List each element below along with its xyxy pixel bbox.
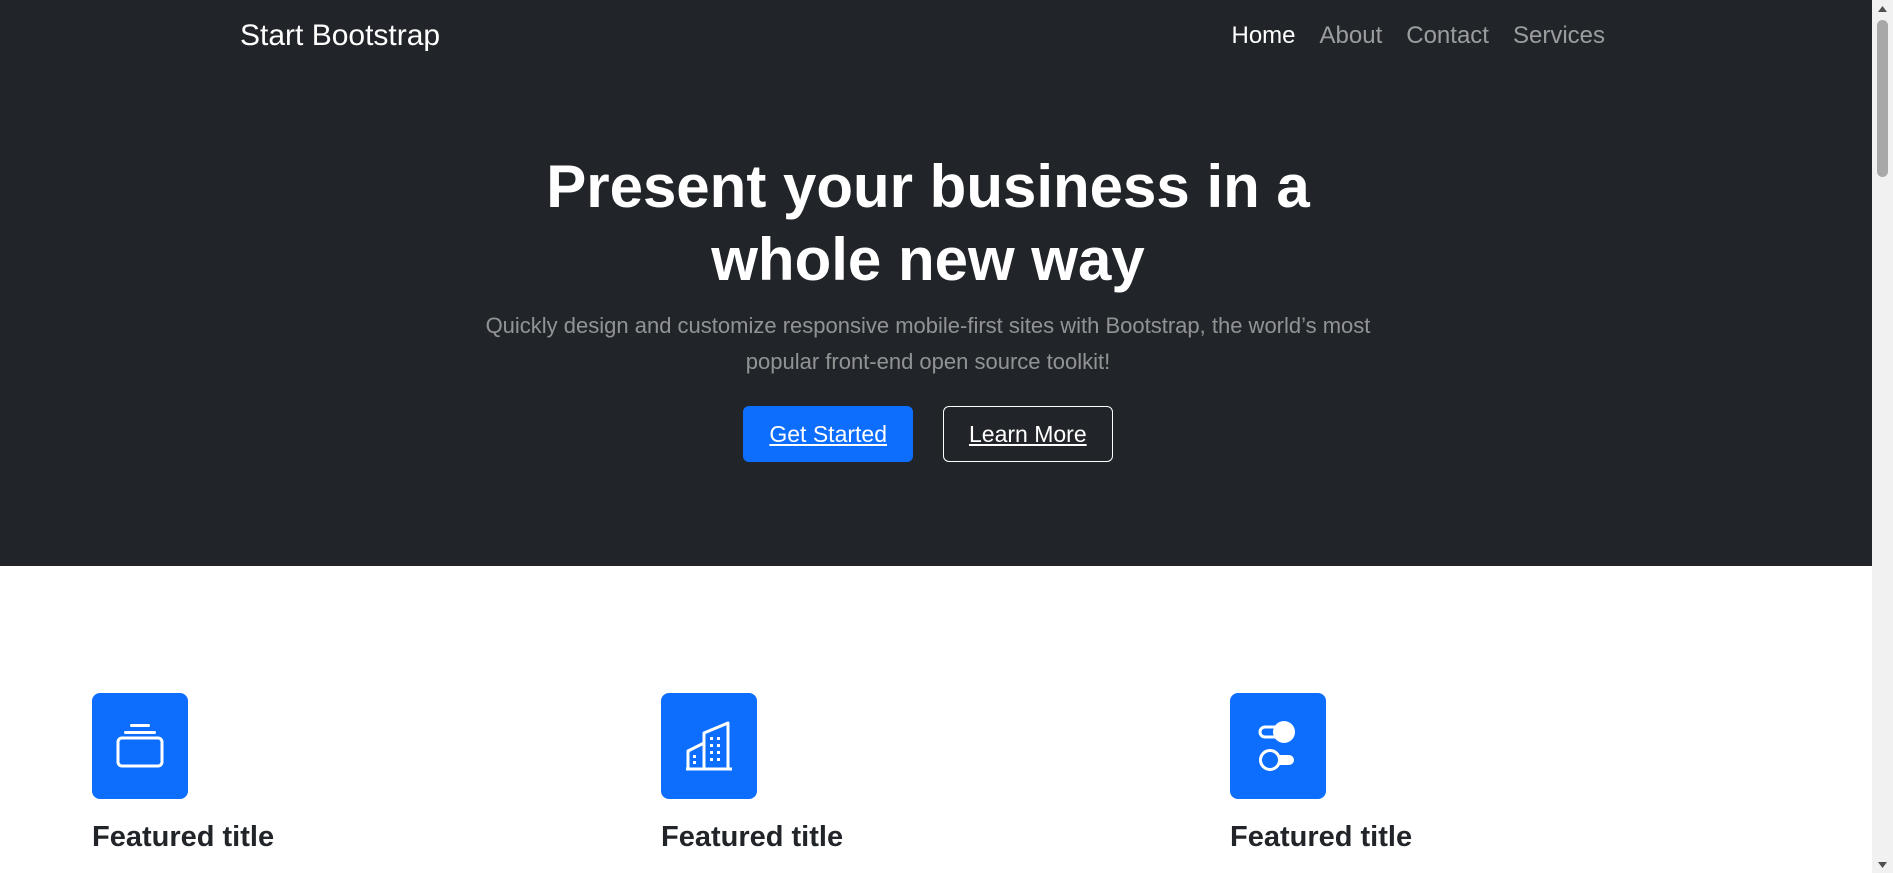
scroll-up-arrow-icon[interactable] bbox=[1872, 0, 1893, 17]
feature-item: Featured title bbox=[661, 693, 1161, 855]
vertical-scrollbar[interactable] bbox=[1872, 0, 1893, 873]
nav-link-home[interactable]: Home bbox=[1232, 22, 1296, 49]
nav-links: Home About Contact Services bbox=[1232, 18, 1606, 54]
toggles-icon bbox=[1258, 721, 1295, 771]
navbar-brand[interactable]: Start Bootstrap bbox=[240, 18, 440, 54]
feature-item: Featured title bbox=[1230, 693, 1730, 855]
page-content: Start Bootstrap Home About Contact Servi… bbox=[0, 0, 1872, 873]
building-icon bbox=[686, 721, 732, 771]
hero-lead: Quickly design and customize responsive … bbox=[485, 313, 1371, 374]
header-section: Start Bootstrap Home About Contact Servi… bbox=[0, 0, 1872, 566]
nav-item-services: Services bbox=[1513, 18, 1605, 54]
nav-link-about[interactable]: About bbox=[1320, 22, 1383, 49]
nav-item-home: Home bbox=[1232, 18, 1296, 54]
scroll-down-arrow-icon[interactable] bbox=[1872, 856, 1893, 873]
get-started-button[interactable]: Get Started bbox=[743, 406, 913, 462]
feature-title: Featured title bbox=[92, 821, 275, 853]
feature-icon-box bbox=[661, 693, 757, 799]
feature-item: Featured title bbox=[92, 693, 592, 855]
hero-title: Present your business in a whole new way bbox=[546, 153, 1310, 293]
feature-title: Featured title bbox=[661, 821, 844, 853]
collection-icon bbox=[116, 724, 164, 768]
nav-link-contact[interactable]: Contact bbox=[1406, 22, 1489, 49]
feature-icon-box bbox=[92, 693, 188, 799]
learn-more-button[interactable]: Learn More bbox=[943, 406, 1113, 462]
nav-link-services[interactable]: Services bbox=[1513, 22, 1605, 49]
navbar: Start Bootstrap Home About Contact Servi… bbox=[0, 0, 1872, 72]
feature-icon-box bbox=[1230, 693, 1326, 799]
page: Start Bootstrap Home About Contact Servi… bbox=[0, 0, 1893, 873]
feature-title: Featured title bbox=[1230, 821, 1413, 853]
hero-buttons: Get Started Learn More bbox=[0, 406, 1856, 462]
nav-item-about: About bbox=[1320, 18, 1383, 54]
features-section: Featured title Featured title Featured t… bbox=[0, 566, 1872, 873]
nav-item-contact: Contact bbox=[1406, 18, 1489, 54]
hero: Present your business in a whole new way… bbox=[0, 150, 1856, 462]
scrollbar-thumb[interactable] bbox=[1877, 20, 1888, 177]
